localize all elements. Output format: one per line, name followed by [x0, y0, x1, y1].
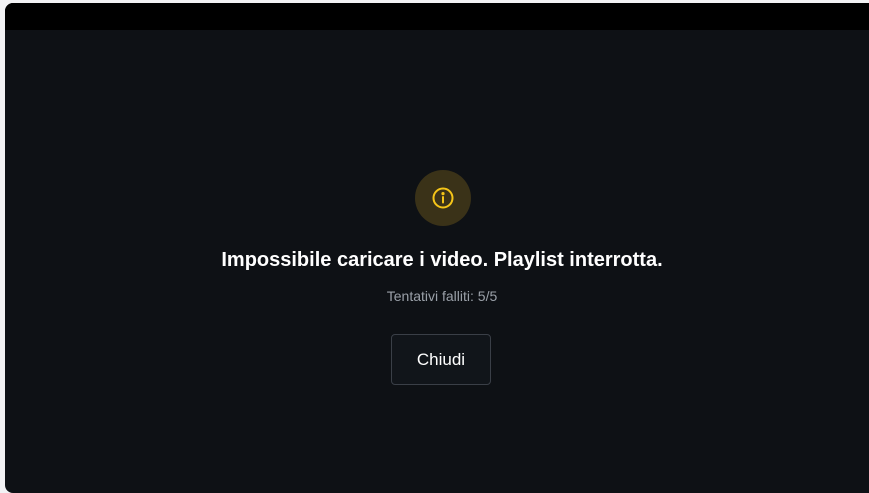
title-bar: [5, 3, 869, 30]
error-title: Impossibile caricare i video. Playlist i…: [221, 249, 663, 271]
app-window: Impossibile caricare i video. Playlist i…: [5, 3, 869, 493]
error-screen: Impossibile caricare i video. Playlist i…: [5, 30, 869, 493]
info-icon-badge: [415, 170, 471, 226]
retry-status: Tentativi falliti: 5/5: [386, 288, 498, 304]
close-button[interactable]: Chiudi: [391, 334, 491, 385]
info-icon: [432, 187, 454, 209]
